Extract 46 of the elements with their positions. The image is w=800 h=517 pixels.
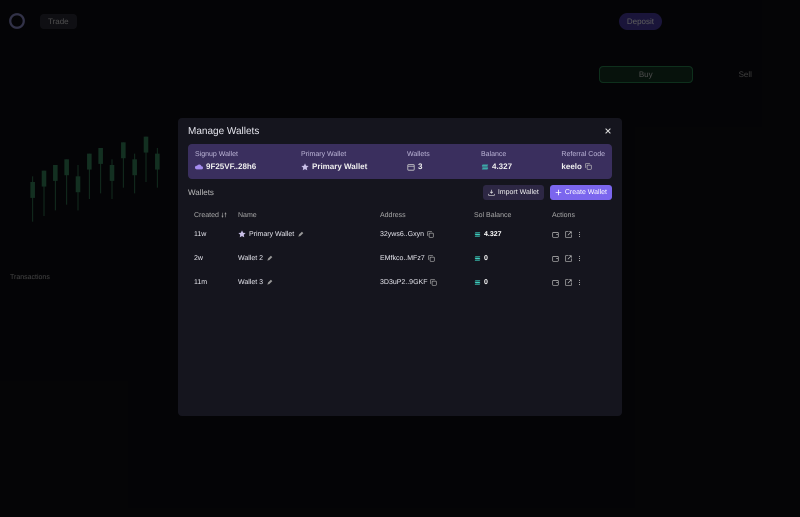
dialog-title: Manage Wallets [188,126,260,136]
sort-icon[interactable] [220,212,227,218]
candle [64,158,69,206]
candle [155,148,160,188]
cloud-icon [195,162,203,170]
solana-icon [481,162,489,170]
candle [110,158,114,200]
copy-icon[interactable] [426,230,434,238]
pencil-icon[interactable] [266,278,274,286]
copy-icon[interactable] [430,278,438,286]
more-icon[interactable] [578,278,581,286]
wallet-icon[interactable] [552,254,559,262]
candle [87,153,92,200]
summary-value: Primary Wallet [312,162,368,171]
candle [121,142,126,188]
pencil-icon[interactable] [266,254,274,262]
more-icon[interactable] [578,254,581,262]
candle [42,170,46,216]
download-icon [488,189,495,196]
copy-icon[interactable] [584,163,592,170]
summary-value: keelo [561,162,582,171]
external-link-icon[interactable] [565,254,572,262]
pencil-icon[interactable] [297,230,304,238]
summary-value: 3 [418,162,422,171]
solana-icon [474,278,481,286]
candle [98,148,103,194]
plus-icon [554,189,562,196]
summary-value: 9F25VF..28h6 [206,162,256,171]
close-icon[interactable] [604,127,612,135]
candle [30,176,35,222]
external-link-icon[interactable] [565,278,572,286]
star-icon [301,162,309,170]
copy-icon[interactable] [428,254,435,262]
wallet-icon[interactable] [552,230,559,238]
solana-icon [474,254,481,262]
candle [132,153,137,194]
candle [53,164,58,211]
summary-value: 4.327 [492,162,512,171]
section-title: Wallets [188,188,214,197]
solana-icon [474,230,481,238]
wallet-icon[interactable] [552,278,559,286]
candle [144,136,148,182]
candle [76,164,80,211]
more-icon[interactable] [578,230,581,238]
external-link-icon[interactable] [565,230,572,238]
wallet-icon [407,162,415,170]
